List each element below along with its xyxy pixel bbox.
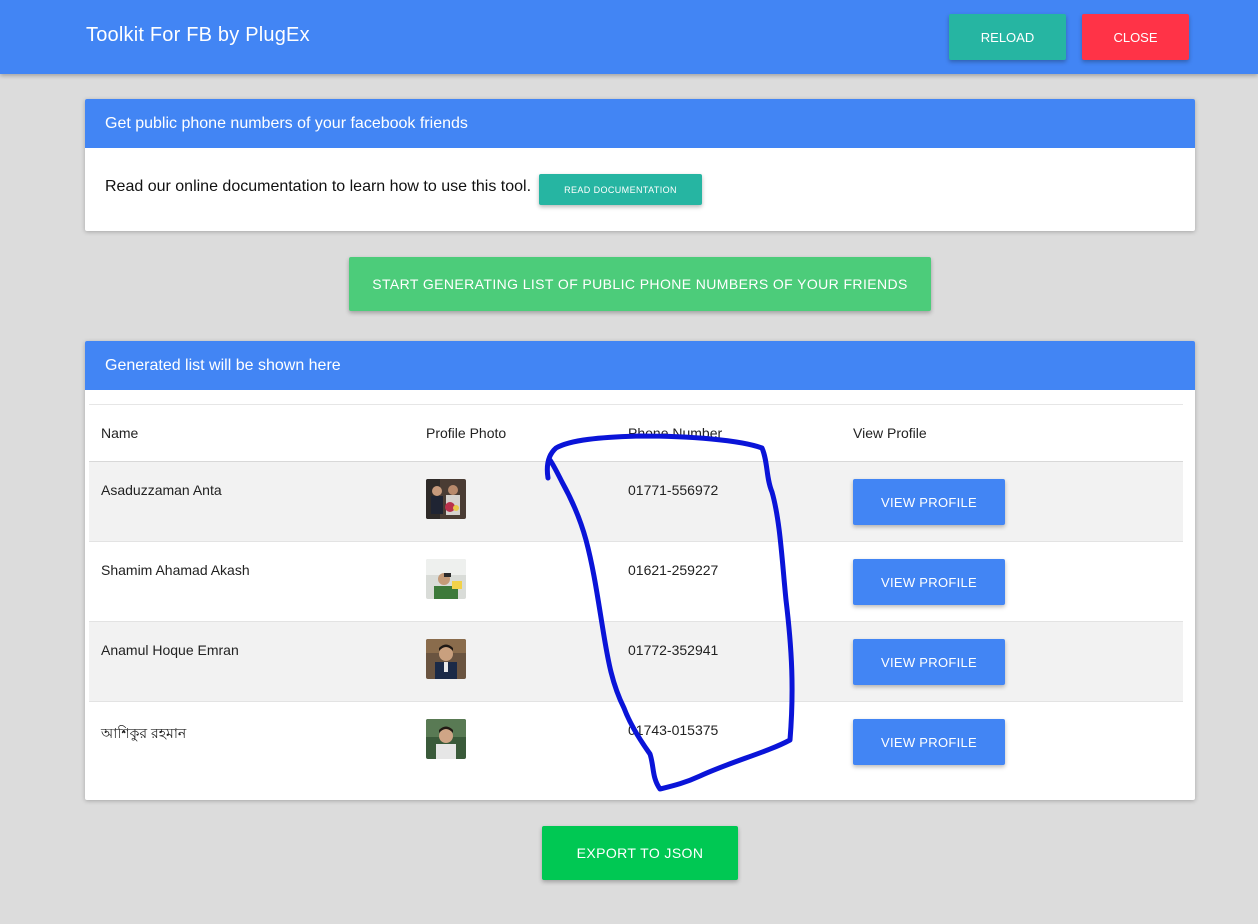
column-header-phone: Phone Number — [628, 425, 723, 441]
table-row: আশিকুর রহমান 01743-015375 VIEW PROFILE — [89, 702, 1183, 782]
phone-number: 01743-015375 — [628, 722, 719, 738]
column-header-name: Name — [101, 425, 139, 441]
friend-name: Asaduzzaman Anta — [101, 482, 222, 498]
read-documentation-button[interactable]: READ DOCUMENTATION — [539, 174, 702, 205]
profile-photo — [426, 479, 466, 519]
friend-name: আশিকুর রহমান — [101, 725, 187, 741]
app-header: Toolkit For FB by PlugEx RELOAD CLOSE — [0, 0, 1258, 74]
table-header-row: Name Profile Photo Phone Number View Pro… — [89, 404, 1183, 462]
results-table: Name Profile Photo Phone Number View Pro… — [89, 404, 1183, 782]
table-row: Anamul Hoque Emran 01772-352941 VIEW PRO… — [89, 622, 1183, 702]
profile-photo — [426, 719, 466, 759]
column-header-view-profile: View Profile — [853, 425, 927, 441]
start-generating-button[interactable]: START GENERATING LIST OF PUBLIC PHONE NU… — [349, 257, 931, 311]
phone-number: 01772-352941 — [628, 642, 719, 658]
intro-card-title: Get public phone numbers of your faceboo… — [85, 99, 1195, 148]
view-profile-button[interactable]: VIEW PROFILE — [853, 639, 1005, 685]
table-row: Asaduzzaman Anta 01771-556972 VIEW PROFI… — [89, 462, 1183, 542]
profile-photo — [426, 639, 466, 679]
phone-number: 01771-556972 — [628, 482, 719, 498]
friend-name: Anamul Hoque Emran — [101, 642, 239, 658]
close-button[interactable]: CLOSE — [1082, 14, 1189, 60]
view-profile-button[interactable]: VIEW PROFILE — [853, 479, 1005, 525]
profile-photo — [426, 559, 466, 599]
phone-number: 01621-259227 — [628, 562, 719, 578]
column-header-photo: Profile Photo — [426, 425, 507, 441]
intro-card: Get public phone numbers of your faceboo… — [85, 99, 1195, 231]
app-title: Toolkit For FB by PlugEx — [86, 24, 310, 46]
results-card-title: Generated list will be shown here — [85, 341, 1195, 390]
export-json-button[interactable]: EXPORT TO JSON — [542, 826, 738, 880]
view-profile-button[interactable]: VIEW PROFILE — [853, 719, 1005, 765]
documentation-text: Read our online documentation to learn h… — [105, 178, 532, 195]
friend-name: Shamim Ahamad Akash — [101, 562, 250, 578]
view-profile-button[interactable]: VIEW PROFILE — [853, 559, 1005, 605]
reload-button[interactable]: RELOAD — [949, 14, 1066, 60]
table-row: Shamim Ahamad Akash 01621-259227 VIEW PR… — [89, 542, 1183, 622]
results-card: Generated list will be shown here Name P… — [85, 341, 1195, 800]
